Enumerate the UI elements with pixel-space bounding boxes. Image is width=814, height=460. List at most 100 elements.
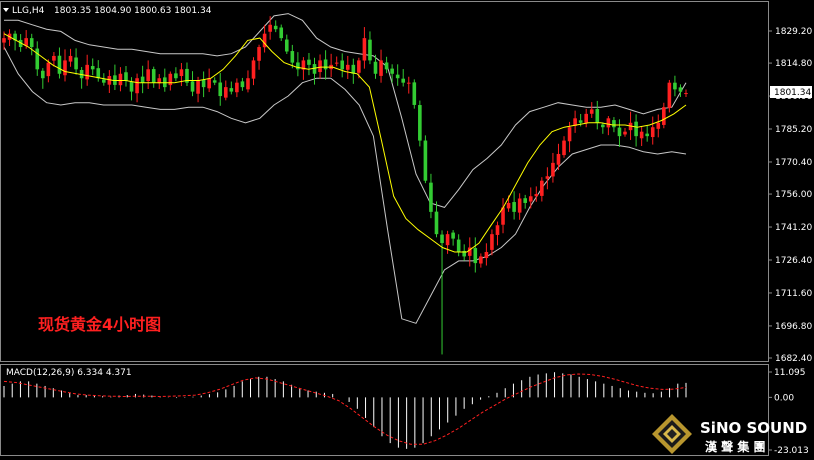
candle-body [168, 73, 173, 86]
candle-body [418, 105, 422, 141]
candle-body [323, 59, 328, 70]
candle-body [639, 131, 644, 139]
candle-body [41, 70, 45, 79]
candle-body [562, 140, 566, 156]
candle-body [534, 194, 539, 197]
candle-body [118, 73, 123, 86]
candle-body [595, 109, 600, 123]
candle-body [540, 180, 544, 196]
candle-body [623, 131, 627, 135]
price-tick-label: 1682.40 [775, 354, 812, 364]
candle-body [190, 81, 195, 92]
candle-body [440, 234, 444, 244]
candle-body [334, 62, 339, 64]
candle-body [434, 211, 439, 235]
candle-body [140, 76, 145, 83]
candle-body [395, 74, 400, 79]
candle-body [257, 47, 261, 61]
current-price-marker: 1801.34 [770, 86, 812, 98]
candle-body [556, 153, 561, 165]
candle-body [268, 24, 272, 32]
candle-body [456, 239, 461, 252]
chart-window: LLG,H4 1803.35 1804.90 1800.63 1801.34 1… [0, 0, 814, 460]
candle-body [645, 133, 649, 137]
candle-body [35, 48, 40, 70]
candle-body [179, 69, 184, 77]
candle-body [90, 66, 95, 70]
candle-body [490, 234, 494, 250]
candle-body [273, 25, 278, 30]
candle-body [63, 60, 67, 76]
candle-body [423, 140, 428, 181]
candle-body [296, 62, 300, 70]
candle-body [578, 120, 583, 123]
candle-body [479, 256, 483, 264]
chart-caption: 现货黄金4小时图 [38, 315, 161, 334]
candle-body [684, 93, 688, 95]
price-tick-label: 1711.60 [775, 289, 812, 299]
candle-body [606, 118, 611, 128]
price-tick-label: 1829.20 [775, 27, 812, 37]
candle-body [429, 182, 433, 212]
candle-body [517, 198, 522, 213]
macd-tick-label: 11.095 [774, 368, 806, 378]
candle-body [85, 64, 89, 80]
candle-body [229, 88, 234, 92]
candle-body [246, 78, 250, 90]
candle-body [495, 225, 500, 235]
candle-body [401, 78, 406, 83]
candle-body [506, 202, 511, 209]
candle-body [528, 196, 533, 202]
candle-body [379, 60, 383, 76]
candle-body [451, 232, 455, 239]
candle-body [368, 39, 372, 61]
candle-body [656, 122, 661, 129]
price-tick-label: 1696.80 [775, 322, 812, 332]
candle-body [612, 120, 616, 128]
candle-body [57, 55, 62, 74]
candle-body [46, 62, 51, 77]
candle-body [545, 176, 550, 179]
candle-body [390, 68, 394, 74]
candle-body [2, 38, 6, 43]
candle-body [650, 127, 655, 138]
macd-tick-label: 0.00 [774, 393, 794, 403]
candle-body [589, 109, 594, 114]
candle-body [357, 60, 361, 73]
candle-body [412, 82, 417, 105]
candle-body [74, 57, 78, 70]
candle-body [146, 69, 150, 82]
chart-background [0, 0, 814, 460]
candle-body [235, 82, 239, 93]
candle-body [307, 59, 311, 65]
candle-body [673, 82, 677, 90]
candle-body [212, 80, 217, 83]
current-price-label: 1801.34 [774, 88, 811, 98]
candle-body [473, 248, 478, 264]
candle-body [318, 60, 322, 73]
candle-body [290, 51, 295, 63]
candle-body [201, 79, 206, 88]
chart-ohlc: 1803.35 1804.90 1800.63 1801.34 [54, 6, 212, 16]
candle-body [567, 127, 572, 142]
candle-body [251, 60, 256, 79]
candle-body [601, 124, 605, 128]
candle-body [223, 87, 228, 98]
candle-body [340, 60, 345, 70]
price-tick-label: 1770.40 [775, 158, 812, 168]
candle-body [345, 64, 350, 70]
candle-body [384, 62, 389, 70]
candle-body [240, 81, 245, 88]
candle-body [617, 127, 622, 137]
candle-body [667, 82, 672, 108]
macd-title: MACD(12,26,9) 6.334 4.371 [6, 368, 132, 378]
price-tick-label: 1814.80 [775, 59, 812, 69]
candle-body [634, 121, 638, 137]
candle-body [218, 82, 223, 97]
candle-body [102, 79, 106, 83]
candle-body [584, 113, 588, 123]
candle-body [96, 68, 101, 79]
macd-tick-label: -23.013 [774, 446, 809, 456]
candle-body [678, 87, 683, 92]
candle-body [284, 39, 289, 52]
